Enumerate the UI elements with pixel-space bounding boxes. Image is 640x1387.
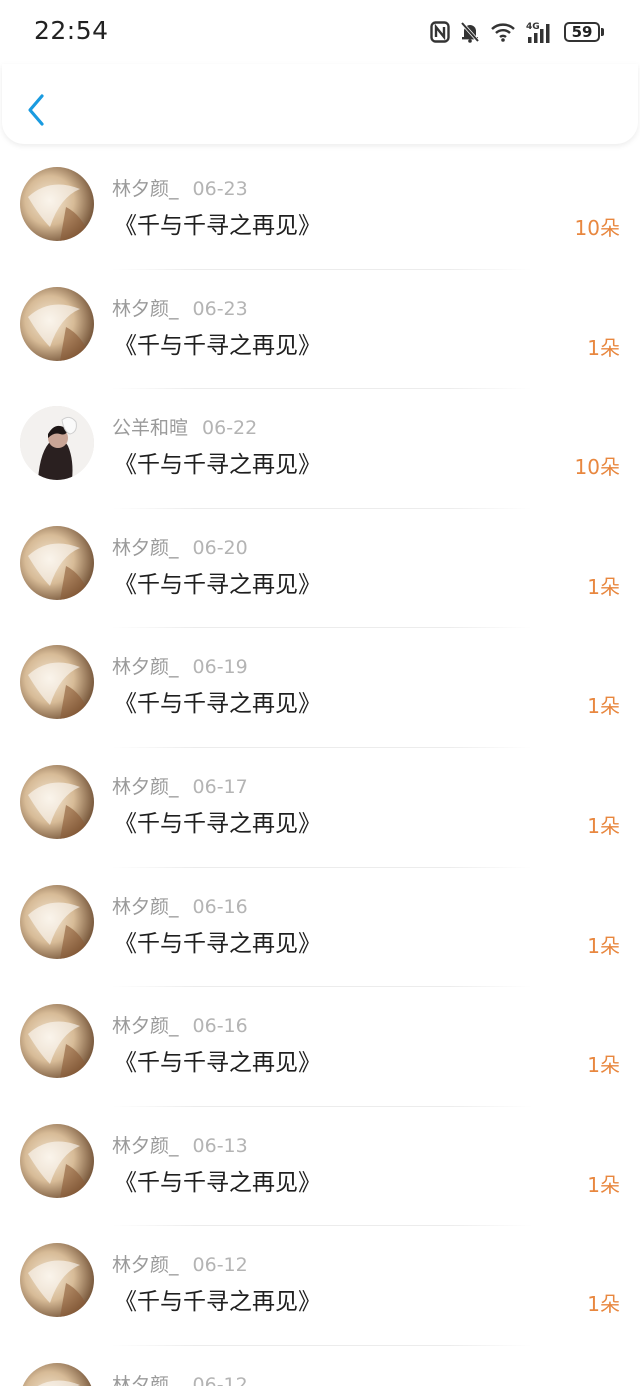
status-time: 22:54 (34, 16, 109, 45)
work-title: 《千与千寻之再见》 (114, 213, 321, 239)
gift-amount: 1朵 (587, 694, 620, 719)
svg-text:4G: 4G (526, 22, 540, 32)
gift-amount: 10朵 (574, 216, 620, 240)
gift-date: 06-19 (192, 656, 248, 679)
avatar[interactable] (20, 1362, 94, 1386)
gift-amount: 1朵 (587, 1172, 620, 1197)
gift-amount: 1朵 (587, 1053, 620, 1078)
avatar[interactable] (20, 1004, 94, 1079)
list-item[interactable]: 林夕颜_ 06-12 《千与千寻之再见》 1朵 (0, 1226, 640, 1346)
list-item[interactable]: 林夕颜_ 06-23 《千与千寻之再见》 10朵 (0, 150, 640, 270)
work-title: 《千与千寻之再见》 (114, 332, 321, 359)
gift-amount: 10朵 (574, 455, 620, 480)
gift-date: 06-20 (192, 536, 248, 559)
gift-date: 06-16 (192, 1015, 248, 1038)
nav-bar (2, 64, 638, 144)
gift-date: 06-16 (192, 895, 248, 918)
work-title: 《千与千寻之再见》 (114, 452, 321, 479)
avatar[interactable] (20, 764, 94, 839)
gift-amount: 1朵 (587, 574, 620, 599)
gift-amount: 1朵 (587, 933, 620, 958)
work-title: 《千与千寻之再见》 (114, 691, 321, 718)
gift-date: 06-17 (192, 775, 248, 798)
wifi-icon (490, 22, 516, 42)
list-item[interactable]: 林夕颜_ 06-23 《千与千寻之再见》 1朵 (0, 270, 640, 390)
status-bar: 22:54 4G 59 (0, 0, 640, 64)
sender-name: 林夕颜_ (112, 297, 179, 320)
sender-name: 林夕颜_ (112, 1134, 179, 1157)
gift-date: 06-12 (192, 1254, 248, 1277)
sender-name: 林夕颜_ (112, 775, 179, 798)
list-item[interactable]: 林夕颜_ 06-19 《千与千寻之再见》 1朵 (0, 628, 640, 748)
gift-amount: 1朵 (587, 335, 620, 360)
avatar[interactable] (20, 884, 94, 959)
avatar[interactable] (20, 525, 94, 600)
gift-date: 06-12 (192, 1373, 248, 1386)
work-title: 《千与千寻之再见》 (114, 571, 321, 598)
work-title: 《千与千寻之再见》 (114, 930, 321, 957)
list-item[interactable]: 林夕颜_ 06-17 《千与千寻之再见》 1朵 (0, 748, 640, 868)
back-button[interactable] (22, 90, 52, 130)
list-item[interactable]: 林夕颜_ 06-13 《千与千寻之再见》 1朵 (0, 1107, 640, 1227)
signal-4g-icon: 4G (526, 20, 554, 44)
list-item[interactable]: 林夕颜_ 06-16 《千与千寻之再见》 1朵 (0, 987, 640, 1107)
avatar[interactable] (20, 406, 94, 481)
sender-name: 公羊和暄 (112, 417, 189, 440)
avatar[interactable] (20, 167, 94, 241)
sender-name: 林夕颜_ (112, 656, 179, 679)
work-title: 《千与千寻之再见》 (114, 1289, 321, 1316)
battery-level: 59 (564, 22, 600, 42)
list-item[interactable]: 公羊和暄 06-22 《千与千寻之再见》 10朵 (0, 389, 640, 509)
avatar[interactable] (20, 286, 94, 361)
gift-amount: 1朵 (587, 813, 620, 838)
sender-name: 林夕颜_ (112, 1373, 179, 1386)
avatar[interactable] (20, 1123, 94, 1198)
gift-amount: 1朵 (587, 1292, 620, 1317)
work-title: 《千与千寻之再见》 (114, 1169, 321, 1196)
work-title: 《千与千寻之再见》 (114, 810, 321, 837)
gift-date: 06-23 (192, 297, 248, 320)
gift-record-list: 林夕颜_ 06-23 《千与千寻之再见》 10朵 林夕颜_ 06-23 《千与千寻之… (0, 150, 640, 1386)
list-item[interactable]: 林夕颜_ 06-16 《千与千寻之再见》 1朵 (0, 868, 640, 988)
avatar[interactable] (20, 645, 94, 720)
sender-name: 林夕颜_ (112, 536, 179, 559)
chevron-left-icon (28, 94, 44, 126)
nfc-icon (430, 21, 450, 43)
sender-name: 林夕颜_ (112, 1254, 179, 1277)
work-title: 《千与千寻之再见》 (114, 1050, 321, 1077)
status-icons: 4G 59 (430, 18, 604, 46)
sender-name: 林夕颜_ (112, 895, 179, 918)
gift-date: 06-23 (192, 178, 248, 200)
battery-icon: 59 (564, 22, 604, 42)
bell-muted-icon (460, 21, 480, 43)
avatar[interactable] (20, 1243, 94, 1318)
gift-date: 06-22 (202, 417, 258, 440)
sender-name: 林夕颜_ (112, 178, 179, 200)
list-item[interactable]: 林夕颜_ 06-20 《千与千寻之再见》 1朵 (0, 509, 640, 629)
list-item[interactable]: 林夕颜_ 06-12 (0, 1346, 640, 1386)
gift-date: 06-13 (192, 1134, 248, 1157)
sender-name: 林夕颜_ (112, 1015, 179, 1038)
